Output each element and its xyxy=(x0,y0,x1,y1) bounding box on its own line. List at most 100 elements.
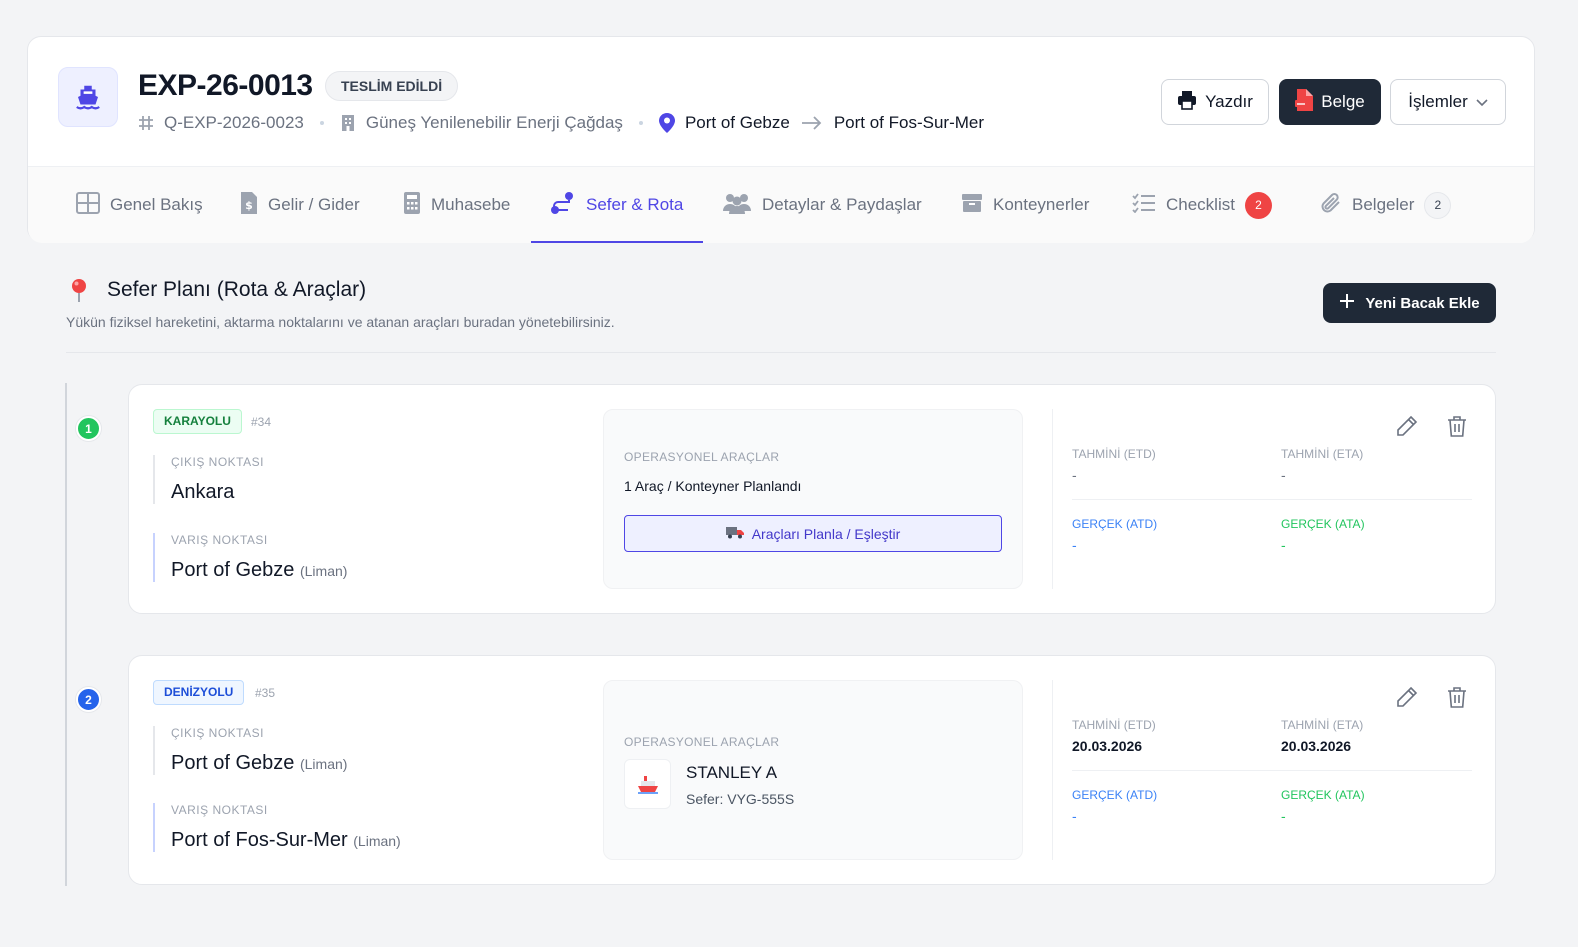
leg-id: #34 xyxy=(251,415,272,429)
ata-label: GERÇEK (ATA) xyxy=(1281,788,1365,802)
ata-value: - xyxy=(1281,808,1286,824)
voyage-number: Sefer: VYG-555S xyxy=(686,791,795,807)
horizontal-divider xyxy=(1072,770,1472,771)
location-pin-icon xyxy=(658,113,675,133)
ata: GERÇEK (ATA) - xyxy=(1281,517,1365,553)
origin-label: ÇIKIŞ NOKTASI xyxy=(171,726,264,740)
vessel-name: STANLEY A xyxy=(686,763,778,782)
svg-text:$: $ xyxy=(245,199,253,212)
trash-icon[interactable] xyxy=(1444,684,1470,710)
atd-value: - xyxy=(1072,537,1077,553)
ops-vehicles-label: OPERASYONEL ARAÇLAR xyxy=(624,735,780,749)
tab-label: Belgeler xyxy=(1352,195,1415,214)
eta-label: TAHMİNİ (ETA) xyxy=(1281,718,1364,732)
tab-label: Genel Bakış xyxy=(110,195,203,214)
origin-name: Port of Gebze xyxy=(171,752,295,774)
invoice-icon: $ xyxy=(240,191,258,220)
vertical-divider xyxy=(1052,409,1053,589)
eta-label: TAHMİNİ (ETA) xyxy=(1281,447,1364,461)
tab-income-expense[interactable]: $ Gelir / Gider xyxy=(240,167,360,243)
route-icon xyxy=(550,191,576,220)
truck-icon xyxy=(725,525,744,542)
checklist-icon xyxy=(1132,192,1156,218)
tab-documents[interactable]: Belgeler 2 xyxy=(1320,167,1452,243)
destination-label: VARIŞ NOKTASI xyxy=(171,533,268,547)
tab-label: Gelir / Gider xyxy=(268,195,360,214)
timeline-line xyxy=(65,383,67,886)
tab-accounting[interactable]: Muhasebe xyxy=(403,167,510,243)
document-label: Belge xyxy=(1321,92,1365,111)
print-button[interactable]: Yazdır xyxy=(1161,79,1269,125)
tab-voyage-route[interactable]: Sefer & Rota xyxy=(550,167,683,243)
port-type: (Liman) xyxy=(299,563,348,579)
destination-port: Port of Fos-Sur-Mer xyxy=(833,113,985,132)
documents-count-badge: 2 xyxy=(1424,191,1452,219)
tab-label: Detaylar & Paydaşlar xyxy=(762,195,922,214)
separator-dot xyxy=(319,121,324,125)
add-leg-button[interactable]: Yeni Bacak Ekle xyxy=(1323,283,1496,323)
eta-value: - xyxy=(1281,467,1286,483)
tab-label: Sefer & Rota xyxy=(586,195,684,214)
building-icon xyxy=(340,114,356,132)
tab-containers[interactable]: Konteynerler xyxy=(961,167,1089,243)
pushpin-icon xyxy=(70,278,88,307)
ata: GERÇEK (ATA) - xyxy=(1281,788,1365,824)
plan-vehicles-button[interactable]: Araçları Planla / Eşleştir xyxy=(624,515,1002,552)
active-tab-indicator xyxy=(531,241,703,243)
tab-overview[interactable]: Genel Bakış xyxy=(76,167,203,243)
box-icon xyxy=(961,193,983,218)
atd-label: GERÇEK (ATD) xyxy=(1072,788,1158,802)
tab-details-stakeholders[interactable]: Detaylar & Paydaşlar xyxy=(722,167,922,243)
users-icon xyxy=(722,192,752,219)
leg-id: #35 xyxy=(255,686,276,700)
plan-vehicles-label: Araçları Planla / Eşleştir xyxy=(751,525,901,542)
print-label: Yazdır xyxy=(1205,92,1253,111)
printer-icon xyxy=(1177,90,1197,115)
origin-label: ÇIKIŞ NOKTASI xyxy=(171,455,264,469)
ata-value: - xyxy=(1281,537,1286,553)
document-button[interactable]: Belge xyxy=(1279,79,1381,125)
atd: GERÇEK (ATD) - xyxy=(1072,517,1157,553)
header-meta: Q-EXP-2026-0023 Güneş Yenilenebilir Ener… xyxy=(138,113,984,133)
atd-label: GERÇEK (ATD) xyxy=(1072,517,1158,531)
origin-point: ÇIKIŞ NOKTASI Port of Gebze (Liman) xyxy=(153,726,347,775)
origin-name: Ankara xyxy=(171,481,235,503)
atd: GERÇEK (ATD) - xyxy=(1072,788,1157,824)
ata-label: GERÇEK (ATA) xyxy=(1281,517,1365,531)
pdf-icon xyxy=(1295,88,1314,116)
shipment-header-card: EXP-26-0013 TESLİM EDİLDİ Q-EXP-2026-002… xyxy=(27,36,1535,243)
vertical-divider xyxy=(1052,680,1053,860)
trash-icon[interactable] xyxy=(1444,413,1470,439)
tab-bar: Genel Bakış $ Gelir / Gider Muhasebe Sef… xyxy=(28,167,1534,243)
tab-label: Checklist xyxy=(1166,195,1235,214)
origin-point: ÇIKIŞ NOKTASI Ankara xyxy=(153,455,264,504)
quote-number: Q-EXP-2026-0023 xyxy=(164,113,304,132)
destination-name: Port of Fos-Sur-Mer xyxy=(171,829,348,851)
plus-icon xyxy=(1339,293,1355,313)
header: EXP-26-0013 TESLİM EDİLDİ Q-EXP-2026-002… xyxy=(28,37,1534,167)
paperclip-icon xyxy=(1320,192,1342,219)
actions-dropdown[interactable]: İşlemler xyxy=(1390,79,1506,125)
destination-value: Port of Fos-Sur-Mer (Liman) xyxy=(171,829,401,852)
edit-icon[interactable] xyxy=(1394,684,1420,710)
destination-point: VARIŞ NOKTASI Port of Gebze (Liman) xyxy=(153,533,347,582)
port-type: (Liman) xyxy=(299,756,348,772)
hash-icon xyxy=(138,115,154,131)
calculator-icon xyxy=(403,191,421,220)
etd-value: 20.03.2026 xyxy=(1072,738,1143,754)
horizontal-divider xyxy=(1072,499,1472,500)
company-name: Güneş Yenilenebilir Enerji Çağdaş xyxy=(365,113,623,132)
etd: TAHMİNİ (ETD) 20.03.2026 xyxy=(1072,718,1156,754)
chevron-down-icon xyxy=(1476,92,1488,112)
origin-value: Ankara xyxy=(171,481,264,504)
destination-value: Port of Gebze (Liman) xyxy=(171,559,347,582)
eta-value: 20.03.2026 xyxy=(1281,738,1352,754)
tab-checklist[interactable]: Checklist 2 xyxy=(1132,167,1272,243)
destination-point: VARIŞ NOKTASI Port of Fos-Sur-Mer (Liman… xyxy=(153,803,401,852)
step-badge-1: 1 xyxy=(76,416,101,441)
etd: TAHMİNİ (ETD) - xyxy=(1072,447,1156,483)
edit-icon[interactable] xyxy=(1394,413,1420,439)
leg-card-1: KARAYOLU #34 ÇIKIŞ NOKTASI Ankara VARIŞ … xyxy=(128,384,1496,614)
ops-vehicles-panel: OPERASYONEL ARAÇLAR 1 Araç / Konteyner P… xyxy=(603,409,1023,589)
etd-value: - xyxy=(1072,467,1077,483)
